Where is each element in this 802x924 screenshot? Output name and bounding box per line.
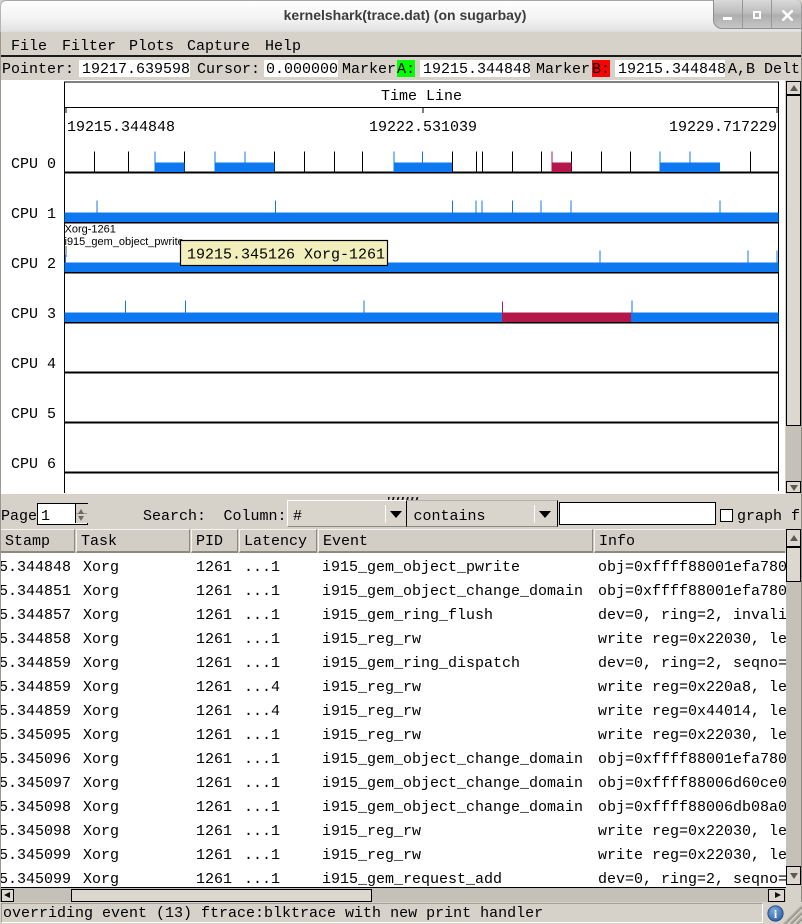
svg-text:CPU 0: CPU 0 — [11, 156, 56, 173]
svg-text:CPU 1: CPU 1 — [11, 206, 56, 223]
svg-text:Xorg-1261: Xorg-1261 — [65, 224, 116, 236]
svg-text:CPU 2: CPU 2 — [11, 256, 56, 273]
svg-text:CPU 4: CPU 4 — [11, 356, 56, 373]
svg-text:CPU 3: CPU 3 — [11, 306, 56, 323]
svg-text:CPU 5: CPU 5 — [11, 406, 56, 423]
svg-text:19229.717229: 19229.717229 — [669, 119, 777, 136]
svg-text:i915_gem_object_pwrite: i915_gem_object_pwrite — [65, 236, 184, 248]
svg-text:19215.345126 Xorg-1261: 19215.345126 Xorg-1261 — [187, 247, 385, 264]
svg-text:CPU 6: CPU 6 — [11, 456, 56, 473]
svg-text:Time Line: Time Line — [381, 88, 462, 105]
svg-text:19215.344848: 19215.344848 — [67, 119, 175, 136]
svg-text:19222.531039: 19222.531039 — [369, 119, 477, 136]
